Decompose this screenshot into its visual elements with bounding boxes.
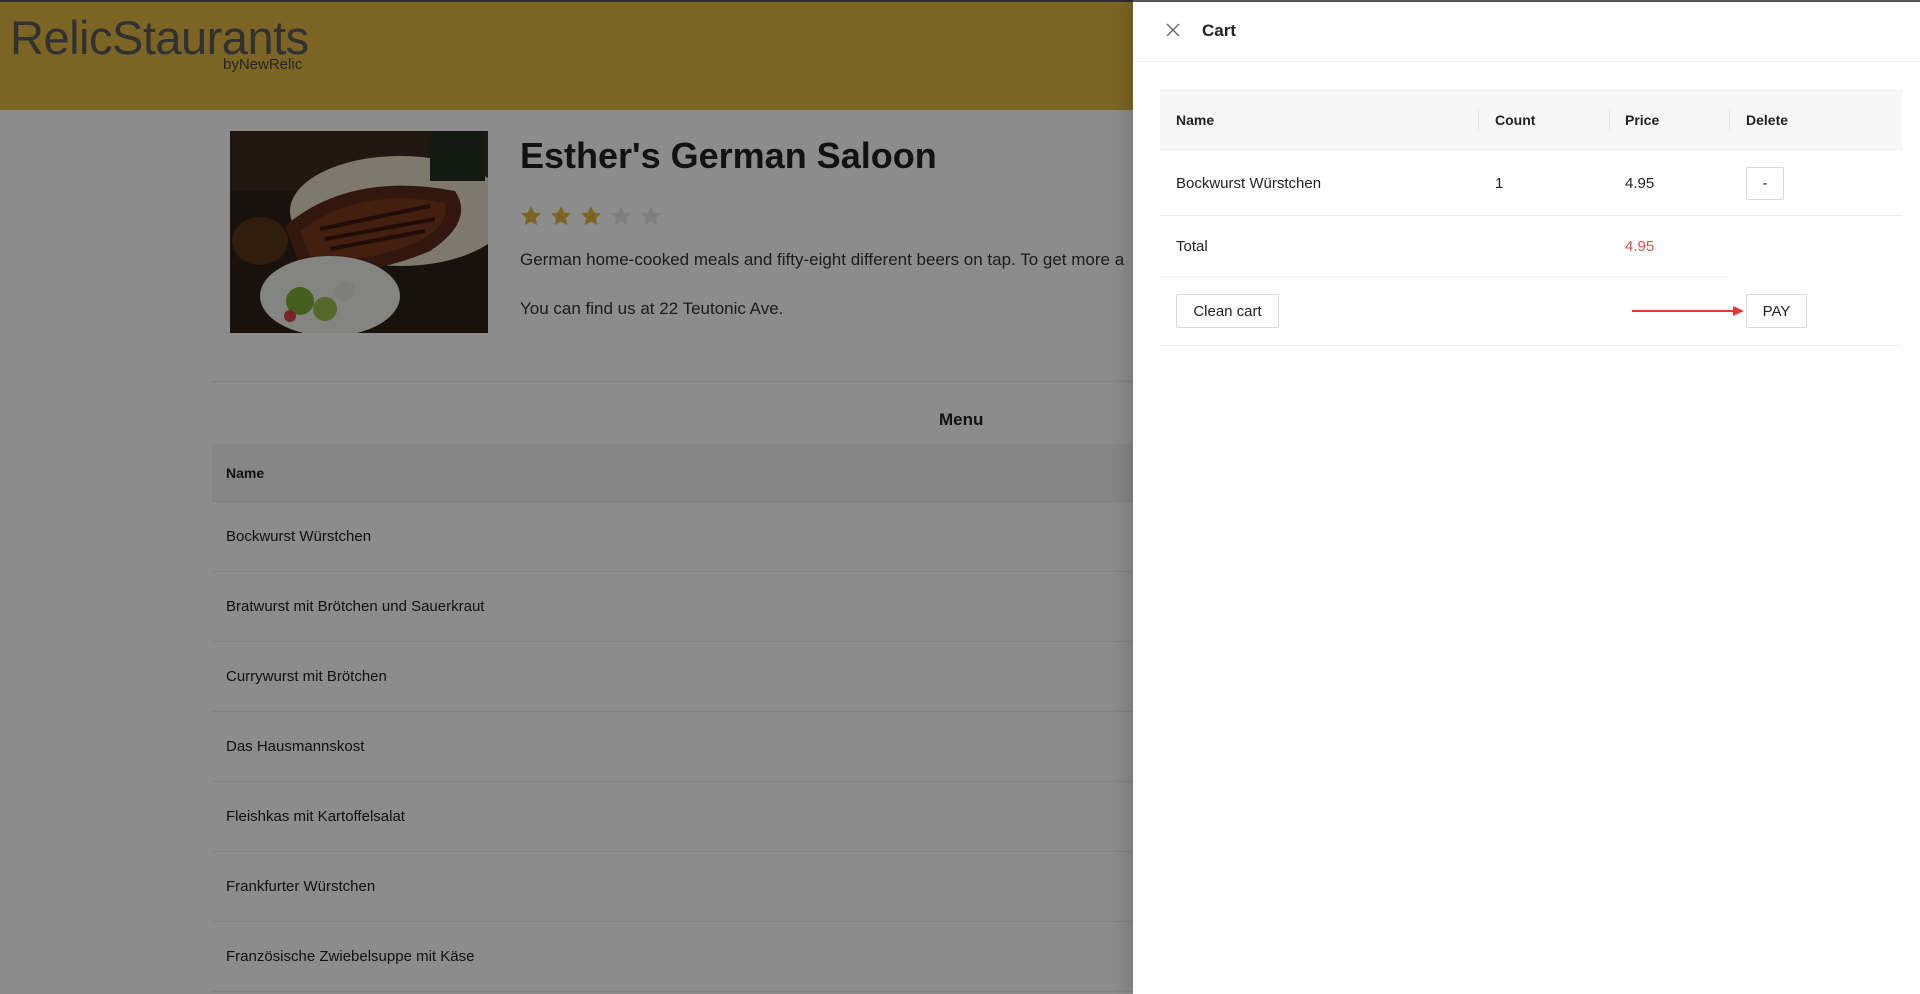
cart-item-name: Bockwurst Würstchen bbox=[1176, 174, 1322, 192]
drawer-title: Cart bbox=[1202, 21, 1237, 40]
close-icon[interactable] bbox=[1165, 22, 1181, 38]
column-separator bbox=[1609, 109, 1610, 131]
cart-item-price: 4.95 bbox=[1625, 174, 1655, 192]
arrow-right-icon bbox=[1632, 306, 1744, 316]
total-value: 4.95 bbox=[1625, 238, 1655, 255]
pay-button[interactable]: PAY bbox=[1746, 294, 1807, 328]
cart-total-row: Total 4.95 bbox=[1160, 216, 1902, 277]
cart-item-row: Bockwurst Würstchen 1 4.95 - bbox=[1160, 151, 1902, 216]
drawer-header: Cart bbox=[1133, 2, 1920, 62]
column-header-count: Count bbox=[1495, 112, 1536, 128]
cart-drawer: Cart Name Count Price Delete Bockwurst W… bbox=[1133, 0, 1920, 994]
cart-item-count: 1 bbox=[1495, 174, 1504, 192]
column-header-price: Price bbox=[1625, 112, 1660, 128]
total-label: Total bbox=[1176, 238, 1208, 255]
column-header-name: Name bbox=[1176, 112, 1215, 128]
column-separator bbox=[1729, 109, 1730, 131]
column-separator bbox=[1478, 109, 1479, 131]
column-header-delete: Delete bbox=[1746, 112, 1789, 128]
delete-item-button[interactable]: - bbox=[1746, 167, 1784, 200]
cart-table-header: Name Count Price Delete bbox=[1160, 89, 1902, 151]
cart-actions-row: Clean cart PAY bbox=[1160, 277, 1902, 346]
clean-cart-button[interactable]: Clean cart bbox=[1176, 294, 1279, 328]
cart-table: Name Count Price Delete Bockwurst Würstc… bbox=[1160, 89, 1902, 346]
